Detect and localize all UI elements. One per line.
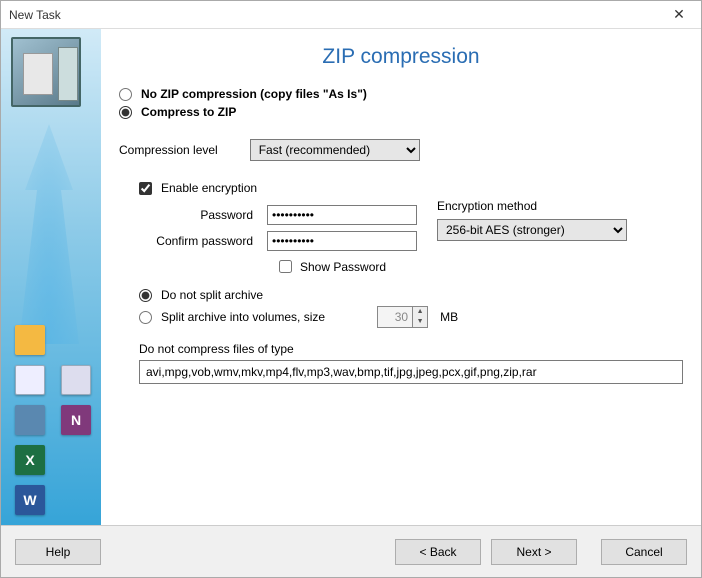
contact-icon (15, 405, 45, 435)
confirm-password-row: Confirm password (119, 231, 417, 251)
document-icon (15, 365, 45, 395)
show-password-checkbox[interactable] (279, 260, 292, 273)
radio-compress[interactable]: Compress to ZIP (119, 105, 683, 119)
footer: Help < Back Next > Cancel (1, 525, 701, 577)
enable-encryption-label: Enable encryption (161, 181, 257, 195)
radio-no-split-input[interactable] (139, 289, 152, 302)
compression-level-row: Compression level Fast (recommended) (119, 139, 683, 161)
window-title: New Task (9, 8, 657, 22)
confirm-password-input[interactable] (267, 231, 417, 251)
exclude-section: Do not compress files of type (139, 342, 683, 384)
exclude-label: Do not compress files of type (139, 342, 683, 356)
sidebar-icons: N X W (1, 325, 101, 515)
confirm-password-label: Confirm password (119, 234, 259, 248)
show-password-label: Show Password (300, 260, 386, 274)
picture-icon (61, 365, 91, 395)
radio-split[interactable]: Split archive into volumes, size (139, 310, 325, 324)
split-size-unit: MB (440, 310, 458, 324)
folder-icon (15, 325, 45, 355)
spinner-up-icon[interactable]: ▲ (413, 307, 427, 317)
radio-split-label: Split archive into volumes, size (161, 310, 325, 324)
split-size-input[interactable] (378, 307, 412, 327)
arrow-illustration (19, 124, 79, 344)
split-size-spinner[interactable]: ▲ ▼ (377, 306, 428, 328)
body: N X W ZIP compression No ZIP compression… (1, 29, 701, 525)
enable-encryption[interactable]: Enable encryption (139, 181, 683, 195)
page-title: ZIP compression (119, 45, 683, 69)
content: ZIP compression No ZIP compression (copy… (101, 29, 701, 525)
radio-split-input[interactable] (139, 311, 152, 324)
radio-no-split-label: Do not split archive (161, 288, 263, 302)
radio-split-row: Split archive into volumes, size ▲ ▼ MB (139, 306, 683, 328)
encryption-method-label: Encryption method (437, 199, 627, 213)
close-icon: ✕ (673, 6, 685, 23)
radio-compress-input[interactable] (119, 106, 132, 119)
enable-encryption-checkbox[interactable] (139, 182, 152, 195)
back-button[interactable]: < Back (395, 539, 481, 565)
compression-level-select[interactable]: Fast (recommended) (250, 139, 420, 161)
radio-no-zip[interactable]: No ZIP compression (copy files "As Is") (119, 87, 683, 101)
password-input[interactable] (267, 205, 417, 225)
exclude-input[interactable] (139, 360, 683, 384)
radio-no-split[interactable]: Do not split archive (139, 288, 683, 302)
encryption-method-select[interactable]: 256-bit AES (stronger) (437, 219, 627, 241)
titlebar: New Task ✕ (1, 1, 701, 29)
window: New Task ✕ N X W ZIP co (0, 0, 702, 578)
sidebar: N X W (1, 29, 101, 525)
spinner-down-icon[interactable]: ▼ (413, 317, 427, 327)
cancel-button[interactable]: Cancel (601, 539, 687, 565)
safe-illustration (11, 37, 81, 107)
word-icon: W (15, 485, 45, 515)
close-button[interactable]: ✕ (657, 1, 701, 29)
excel-icon: X (15, 445, 45, 475)
password-row: Password (119, 205, 417, 225)
show-password[interactable]: Show Password (275, 257, 417, 276)
onenote-icon: N (61, 405, 91, 435)
radio-no-zip-input[interactable] (119, 88, 132, 101)
radio-no-zip-label: No ZIP compression (copy files "As Is") (141, 87, 367, 101)
compression-level-label: Compression level (119, 143, 224, 157)
next-button[interactable]: Next > (491, 539, 577, 565)
radio-compress-label: Compress to ZIP (141, 105, 236, 119)
help-button[interactable]: Help (15, 539, 101, 565)
password-label: Password (119, 208, 259, 222)
